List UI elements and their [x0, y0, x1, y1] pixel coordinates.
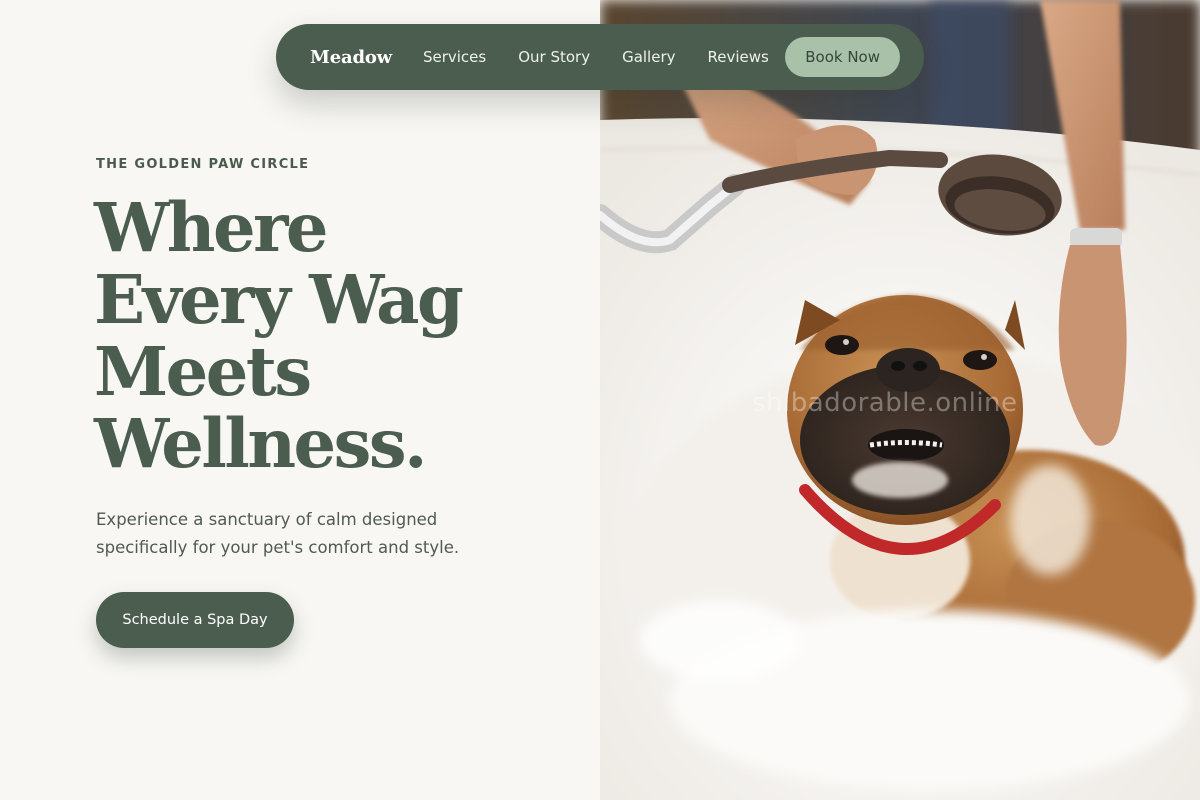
- headline-line-4: Wellness.: [94, 404, 427, 483]
- hero-eyebrow: THE GOLDEN PAW CIRCLE: [96, 157, 310, 172]
- headline-line-3: Meets: [94, 332, 312, 411]
- nav-link-reviews[interactable]: Reviews: [708, 48, 769, 66]
- hero-subtext: Experience a sanctuary of calm designed …: [96, 510, 460, 557]
- schedule-spa-day-button[interactable]: Schedule a Spa Day: [96, 592, 294, 648]
- photo-watermark: shibadorable.online: [752, 388, 1018, 418]
- top-navigation: Meadow Services Our Story Gallery Review…: [276, 24, 924, 90]
- headline-line-1: Where: [94, 188, 329, 267]
- nav-link-gallery[interactable]: Gallery: [622, 48, 675, 66]
- book-now-button[interactable]: Book Now: [785, 37, 900, 77]
- headline-line-2: Every Wag: [94, 260, 464, 339]
- brand-logo[interactable]: Meadow: [310, 47, 392, 68]
- nav-link-our-story[interactable]: Our Story: [518, 48, 590, 66]
- nav-link-services[interactable]: Services: [423, 48, 486, 66]
- hero-photo: shibadorable.online: [600, 0, 1200, 800]
- hero-headline: Where Every Wag Meets Wellness.: [94, 192, 564, 480]
